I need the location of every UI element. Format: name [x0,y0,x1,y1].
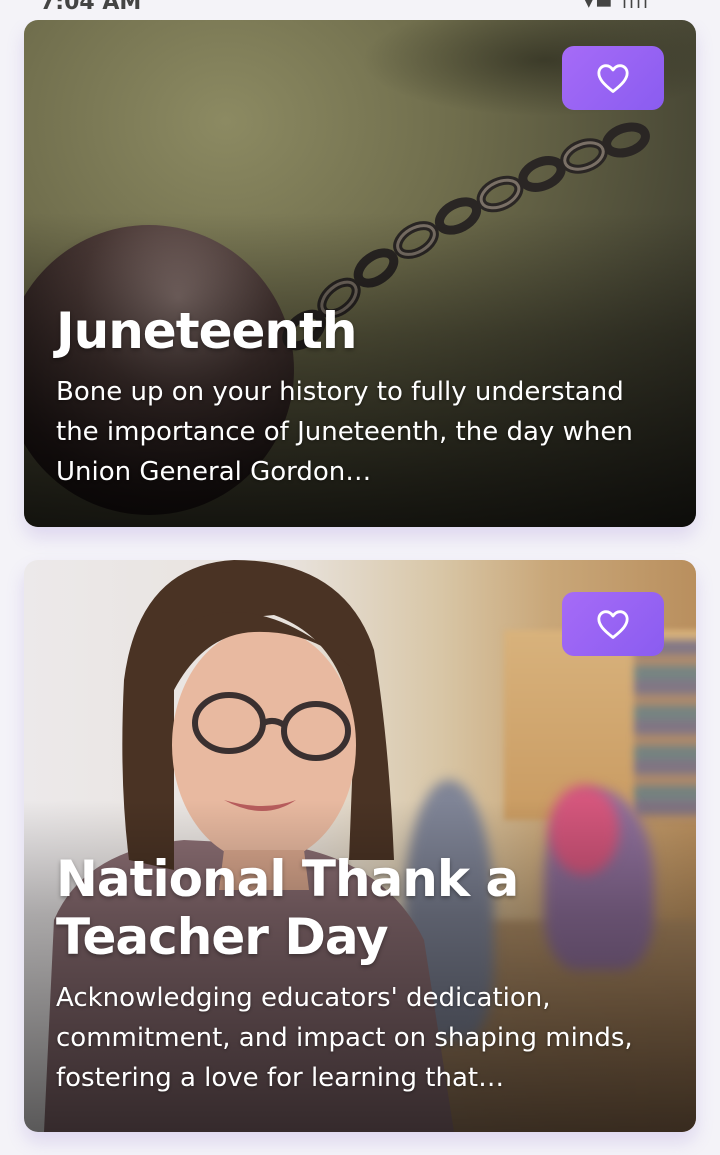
card-title: National Thank a Teacher Day [56,850,519,966]
status-time: 7:04 AM [40,0,142,15]
event-feed: Juneteenth Bone up on your history to fu… [24,20,696,1132]
event-card[interactable]: Juneteenth Bone up on your history to fu… [24,20,696,527]
favorite-button[interactable] [562,46,664,110]
card-description: Acknowledging educators' dedication, com… [56,983,633,1093]
heart-outline-icon [597,64,629,93]
status-icons: ▾▬ ılıl [584,0,650,13]
card-description: Bone up on your history to fully underst… [56,377,633,487]
favorite-button[interactable] [562,592,664,656]
card-text: Juneteenth Bone up on your history to fu… [56,302,672,492]
status-bar: 7:04 AM ▾▬ ılıl [0,0,720,20]
heart-outline-icon [597,610,629,639]
card-text: National Thank a Teacher Day Acknowledgi… [56,850,672,1098]
card-title: Juneteenth [56,302,358,360]
event-card[interactable]: National Thank a Teacher Day Acknowledgi… [24,560,696,1132]
